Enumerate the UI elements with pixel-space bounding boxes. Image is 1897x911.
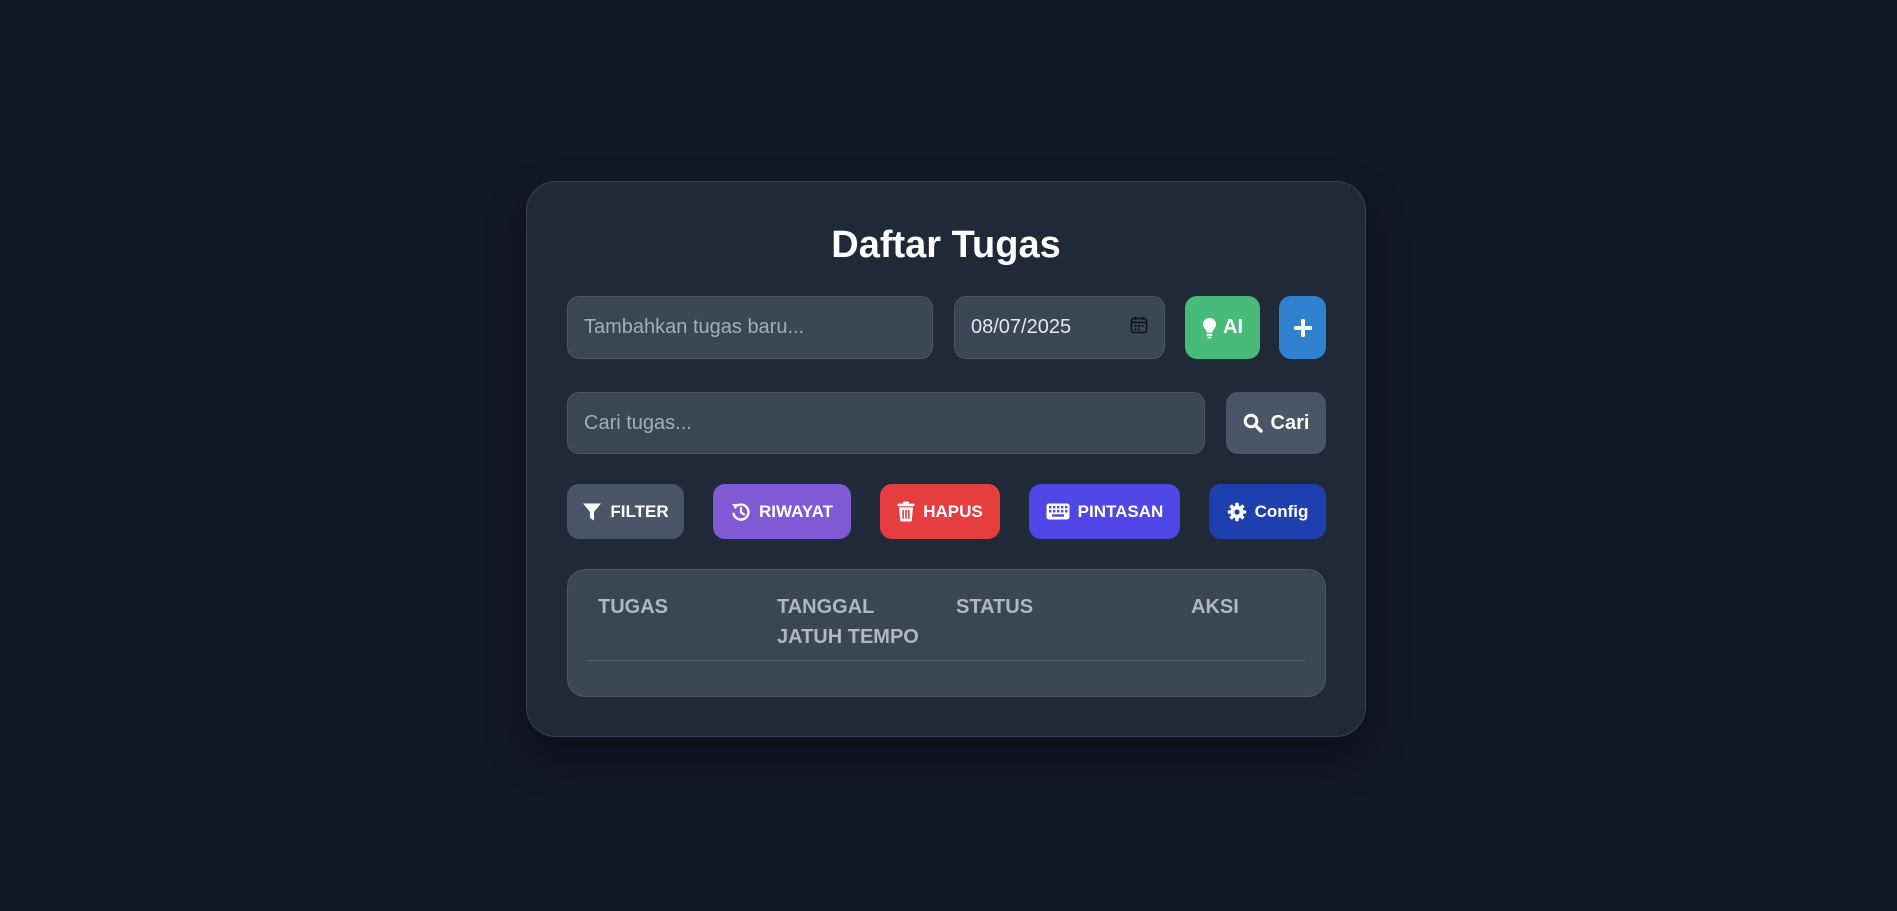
column-header-task: TUGAS: [598, 596, 668, 618]
search-icon: [1243, 413, 1263, 433]
add-task-button[interactable]: [1279, 296, 1326, 359]
new-task-placeholder: Tambahkan tugas baru...: [584, 316, 805, 338]
trash-icon: [897, 501, 915, 522]
search-placeholder: Cari tugas...: [584, 411, 692, 434]
delete-button[interactable]: HAPUS: [880, 484, 1000, 539]
history-button[interactable]: RIWAYAT: [713, 484, 851, 539]
gear-icon: [1227, 502, 1247, 522]
task-table: TUGAS TANGGAL JATUH TEMPO STATUS AKSI: [567, 569, 1326, 697]
column-header-due-date-line2: JATUH TEMPO: [777, 626, 919, 648]
shortcuts-button-label: PINTASAN: [1077, 501, 1164, 521]
search-button-label: Cari: [1270, 411, 1310, 434]
page-title: Daftar Tugas: [831, 224, 1061, 266]
filter-icon: [582, 502, 602, 522]
due-date-input[interactable]: 08/07/2025: [954, 296, 1165, 359]
history-icon: [731, 502, 751, 522]
new-task-input[interactable]: Tambahkan tugas baru...: [567, 296, 933, 359]
column-header-status: STATUS: [956, 596, 1034, 618]
delete-button-label: HAPUS: [923, 501, 983, 521]
lightbulb-icon: [1202, 317, 1217, 339]
due-date-value: 08/07/2025: [971, 316, 1072, 338]
column-header-actions: AKSI: [1191, 596, 1239, 618]
plus-icon: [1293, 318, 1313, 338]
ai-button-label: AI: [1223, 316, 1243, 338]
todo-card: Daftar Tugas Tambahkan tugas baru... 08/…: [526, 181, 1366, 737]
filter-button-label: FILTER: [610, 501, 669, 521]
search-input[interactable]: Cari tugas...: [567, 392, 1205, 454]
ai-suggest-button[interactable]: AI: [1185, 296, 1260, 359]
search-button[interactable]: Cari: [1226, 392, 1326, 454]
filter-button[interactable]: FILTER: [567, 484, 684, 539]
keyboard-icon: [1046, 503, 1070, 520]
table-header-divider: [587, 660, 1305, 661]
history-button-label: RIWAYAT: [758, 501, 833, 521]
config-button-label: Config: [1254, 501, 1309, 521]
column-header-due-date: TANGGAL JATUH TEMPO: [777, 592, 919, 652]
config-button[interactable]: Config: [1209, 484, 1326, 539]
shortcuts-button[interactable]: PINTASAN: [1029, 484, 1180, 539]
column-header-due-date-line1: TANGGAL: [777, 596, 875, 618]
calendar-icon[interactable]: [1130, 316, 1148, 340]
